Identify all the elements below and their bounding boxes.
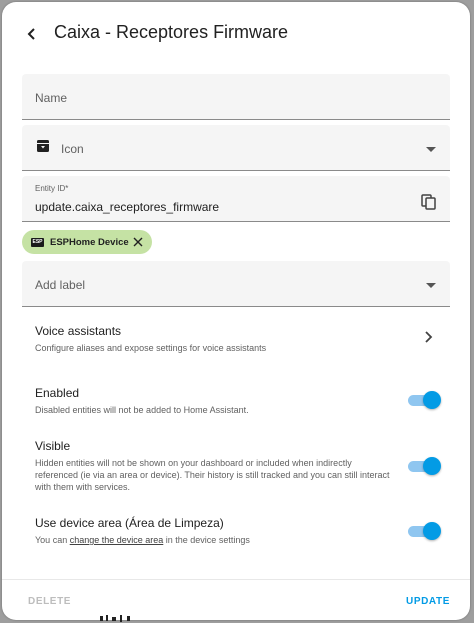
device-area-prefix: You can	[35, 535, 70, 545]
voice-assistants-title: Voice assistants	[35, 324, 122, 338]
copy-icon[interactable]	[420, 193, 438, 211]
change-device-area-link[interactable]: change the device area	[70, 535, 164, 545]
update-button[interactable]: UPDATE	[406, 596, 450, 607]
toggle-knob	[423, 522, 441, 540]
esphome-icon: ESP	[31, 237, 44, 247]
entity-id-field[interactable]: Entity ID* update.caixa_receptores_firmw…	[22, 176, 450, 222]
back-button[interactable]	[20, 22, 44, 46]
chip-label: ESPHome Device	[50, 236, 129, 248]
dialog-title: Caixa - Receptores Firmware	[54, 22, 289, 42]
enabled-toggle[interactable]	[408, 390, 442, 410]
chevron-down-icon	[426, 147, 436, 152]
enabled-description: Disabled entities will not be added to H…	[35, 405, 249, 415]
add-label-field[interactable]: Add label	[22, 261, 450, 307]
arrow-back-icon	[27, 28, 35, 40]
device-area-title: Use device area (Área de Limpeza)	[35, 516, 224, 530]
enabled-title: Enabled	[35, 386, 80, 400]
name-placeholder: Name	[35, 91, 68, 105]
entity-id-label: Entity ID*	[35, 184, 69, 193]
icon-label: Icon	[61, 142, 84, 156]
chevron-down-icon	[426, 283, 436, 288]
dialog-header: Caixa - Receptores Firmware	[2, 2, 470, 66]
visible-description: Hidden entities will not be shown on you…	[35, 458, 390, 492]
chevron-right-icon[interactable]	[423, 329, 435, 345]
device-area-suffix: in the device settings	[163, 535, 250, 545]
background-artifact	[100, 615, 130, 622]
add-label-placeholder: Add label	[35, 278, 86, 292]
toggle-knob	[423, 457, 441, 475]
entity-settings-dialog: Caixa - Receptores Firmware Name Icon En…	[2, 2, 470, 620]
delete-button[interactable]: DELETE	[28, 596, 71, 607]
device-area-description: You can change the device area in the de…	[35, 534, 395, 546]
toggle-knob	[423, 391, 441, 409]
close-icon[interactable]	[132, 236, 144, 248]
archive-icon	[37, 140, 49, 152]
name-field[interactable]: Name	[22, 74, 450, 120]
visible-toggle[interactable]	[408, 456, 442, 476]
icon-picker[interactable]: Icon	[22, 125, 450, 171]
device-area-toggle[interactable]	[408, 521, 442, 541]
voice-assistants-description: Configure aliases and expose settings fo…	[35, 343, 267, 353]
visible-title: Visible	[35, 439, 71, 453]
dialog-footer: DELETE UPDATE	[2, 579, 470, 620]
label-chip-esphome[interactable]: ESP ESPHome Device	[22, 230, 152, 254]
entity-id-value: update.caixa_receptores_firmware	[35, 200, 220, 214]
